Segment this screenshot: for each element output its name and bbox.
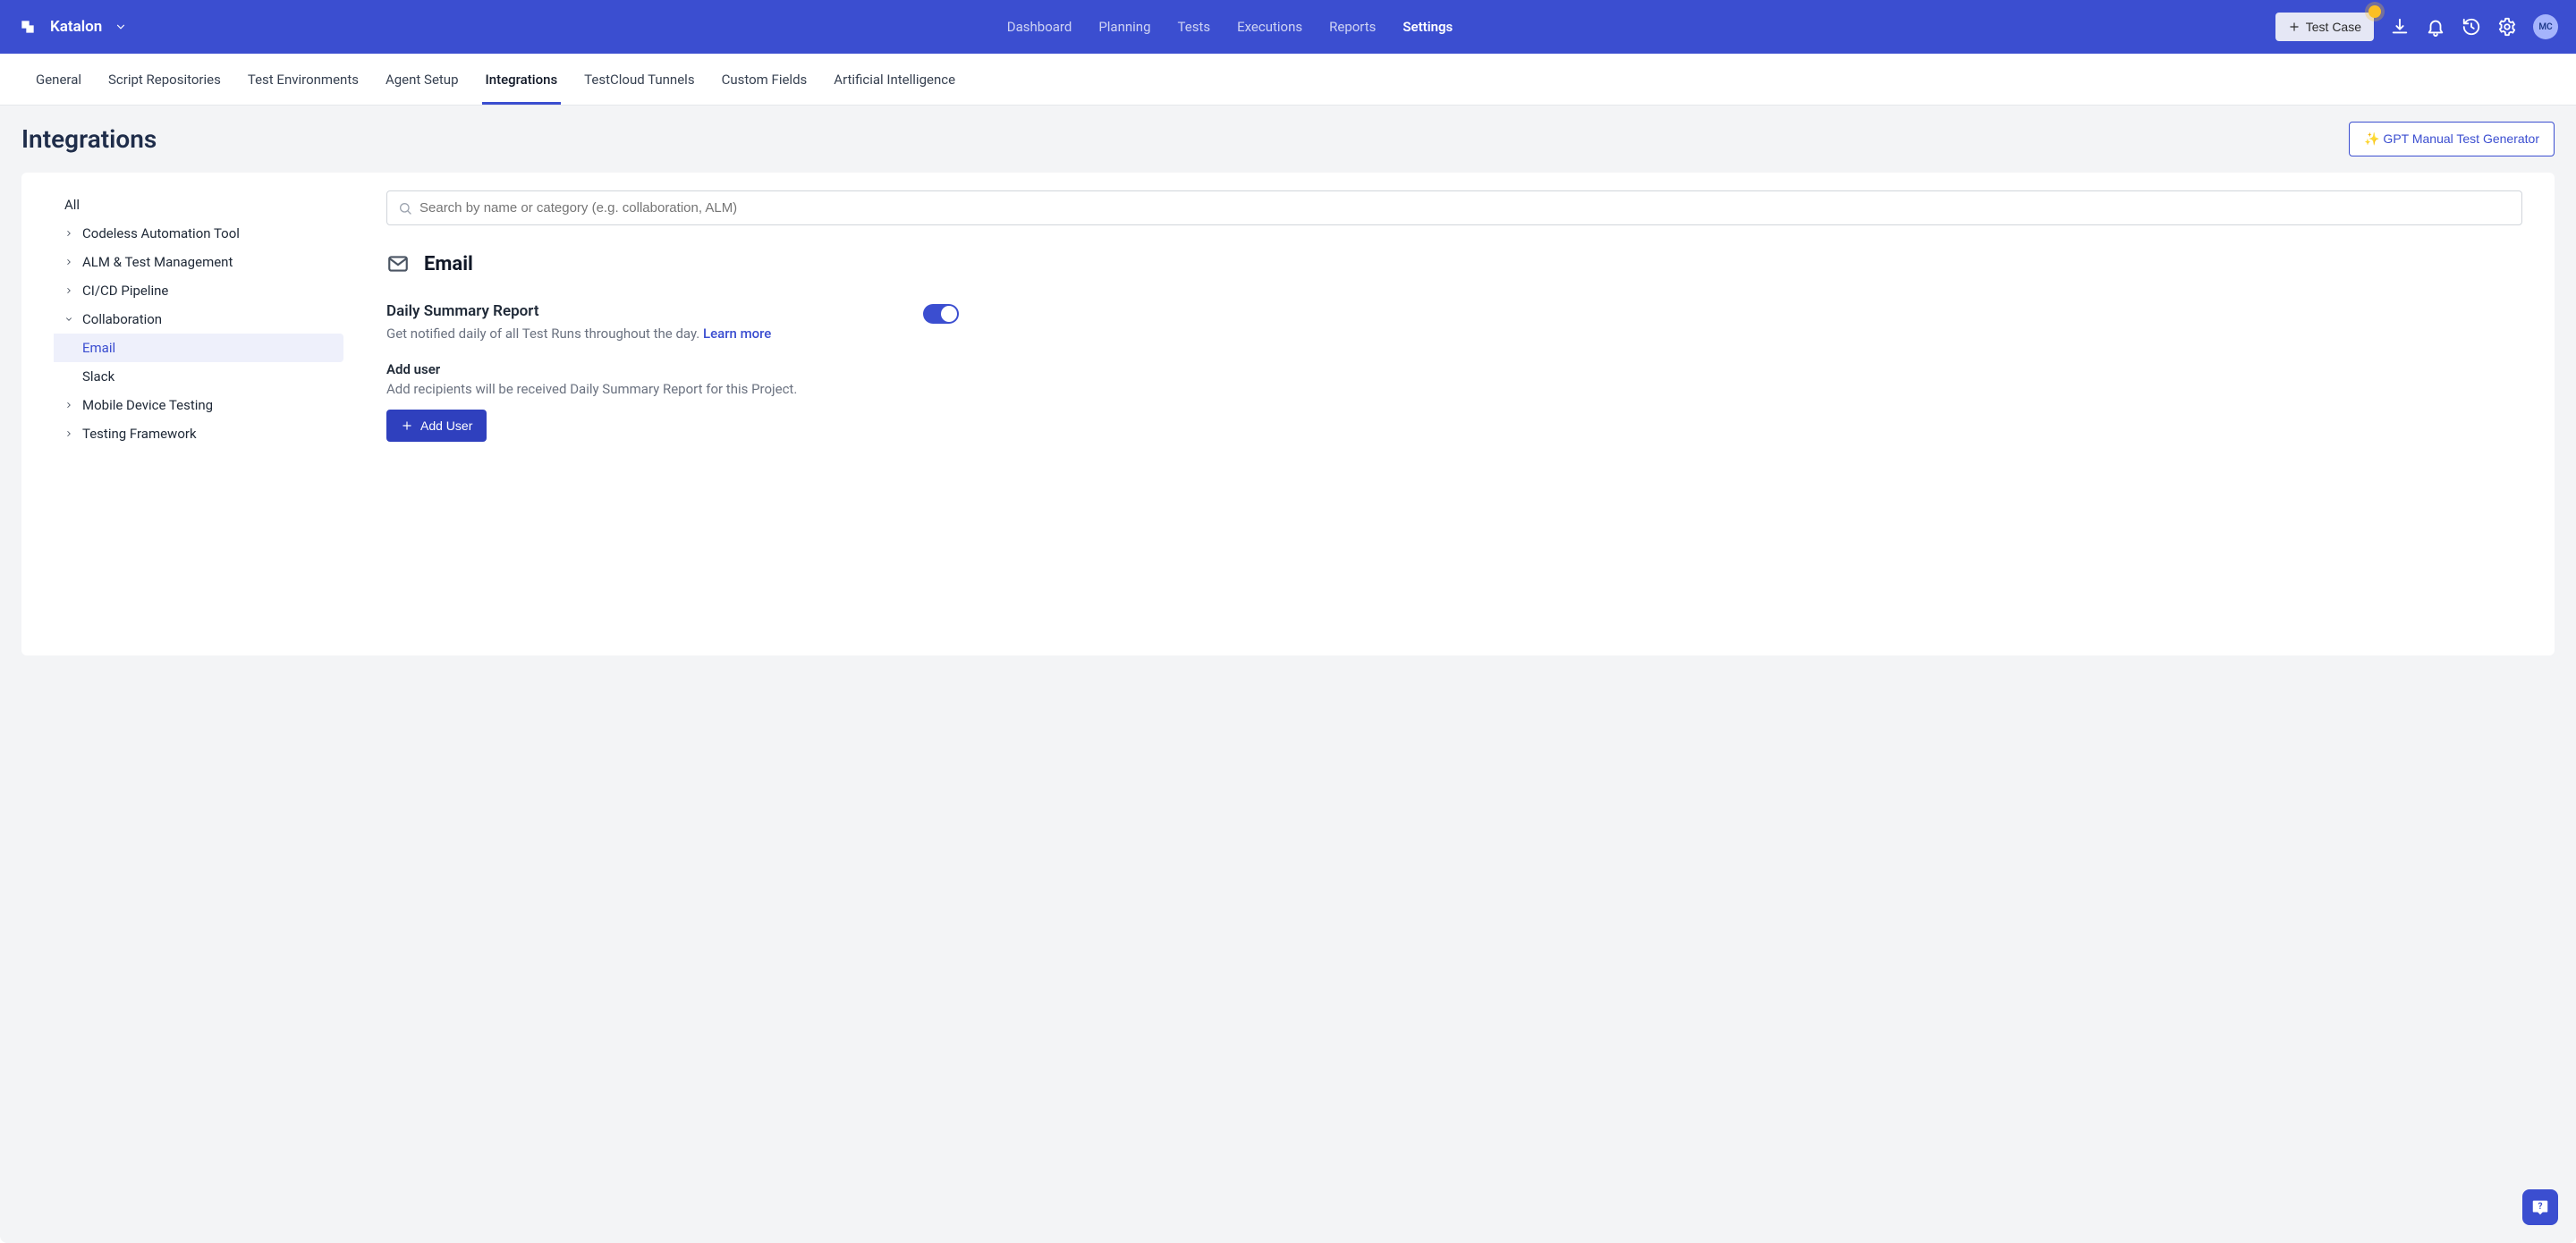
new-test-case-button[interactable]: Test Case <box>2275 13 2374 41</box>
integrations-panel: All Codeless Automation Tool ALM & Test … <box>21 173 2555 655</box>
daily-summary-toggle[interactable] <box>923 304 959 324</box>
sidebar-item-label: Collaboration <box>82 311 162 327</box>
daily-summary-desc: Get notified daily of all Test Runs thro… <box>386 326 771 342</box>
search-icon <box>398 201 412 216</box>
bell-icon[interactable] <box>2426 17 2445 37</box>
tab-agent-setup[interactable]: Agent Setup <box>386 54 459 105</box>
chevron-right-icon <box>64 258 73 266</box>
integrations-sidebar: All Codeless Automation Tool ALM & Test … <box>21 187 343 641</box>
primary-nav: Dashboard Planning Tests Executions Repo… <box>197 19 2263 35</box>
brand-logo-icon <box>18 17 38 37</box>
nav-reports[interactable]: Reports <box>1329 19 1376 35</box>
chevron-right-icon <box>64 286 73 295</box>
sidebar-item-framework[interactable]: Testing Framework <box>21 419 343 448</box>
chevron-right-icon <box>64 429 73 438</box>
sidebar-item-cicd[interactable]: CI/CD Pipeline <box>21 276 343 305</box>
search-input-wrap[interactable] <box>386 190 2522 225</box>
gear-icon[interactable] <box>2497 17 2517 37</box>
sidebar-item-slack[interactable]: Slack <box>21 362 343 391</box>
sidebar-item-alm[interactable]: ALM & Test Management <box>21 248 343 276</box>
add-user-desc: Add recipients will be received Daily Su… <box>386 381 2522 397</box>
chevron-down-icon <box>64 315 73 324</box>
notification-dot-icon <box>2368 5 2381 18</box>
page-title: Integrations <box>21 124 157 154</box>
sidebar-item-mobile[interactable]: Mobile Device Testing <box>21 391 343 419</box>
gpt-generator-button[interactable]: ✨ GPT Manual Test Generator <box>2349 122 2555 156</box>
download-icon[interactable] <box>2390 17 2410 37</box>
nav-dashboard[interactable]: Dashboard <box>1007 19 1072 35</box>
brand-dropdown[interactable] <box>114 21 127 33</box>
add-user-title: Add user <box>386 361 2522 377</box>
search-input[interactable] <box>419 200 2511 216</box>
add-user-button[interactable]: Add User <box>386 410 487 442</box>
history-icon[interactable] <box>2462 17 2481 37</box>
help-fab[interactable]: ? <box>2522 1189 2558 1225</box>
sidebar-item-label: ALM & Test Management <box>82 254 233 270</box>
chevron-right-icon <box>64 229 73 238</box>
learn-more-link[interactable]: Learn more <box>703 326 771 342</box>
tab-script-repositories[interactable]: Script Repositories <box>108 54 221 105</box>
tab-custom-fields[interactable]: Custom Fields <box>722 54 808 105</box>
settings-tabs: General Script Repositories Test Environ… <box>0 54 2576 106</box>
sidebar-item-label: Mobile Device Testing <box>82 397 213 413</box>
avatar[interactable]: MC <box>2533 14 2558 39</box>
tab-general[interactable]: General <box>36 54 81 105</box>
tab-testcloud-tunnels[interactable]: TestCloud Tunnels <box>584 54 694 105</box>
chevron-right-icon <box>64 401 73 410</box>
svg-text:?: ? <box>2538 1202 2542 1212</box>
sidebar-item-all[interactable]: All <box>21 190 343 219</box>
nav-planning[interactable]: Planning <box>1098 19 1150 35</box>
sidebar-item-codeless[interactable]: Codeless Automation Tool <box>21 219 343 248</box>
sidebar-item-email[interactable]: Email <box>54 334 343 362</box>
tab-integrations[interactable]: Integrations <box>486 54 558 105</box>
nav-settings[interactable]: Settings <box>1402 19 1453 35</box>
tab-artificial-intelligence[interactable]: Artificial Intelligence <box>834 54 955 105</box>
sidebar-item-label: CI/CD Pipeline <box>82 283 168 299</box>
nav-executions[interactable]: Executions <box>1237 19 1302 35</box>
sidebar-item-label: Codeless Automation Tool <box>82 225 240 241</box>
nav-tests[interactable]: Tests <box>1178 19 1211 35</box>
add-user-button-label: Add User <box>420 419 472 433</box>
brand-name: Katalon <box>50 18 102 36</box>
new-test-case-label: Test Case <box>2306 20 2361 34</box>
toggle-knob <box>941 306 957 322</box>
tab-test-environments[interactable]: Test Environments <box>248 54 359 105</box>
email-icon <box>386 252 410 275</box>
daily-summary-title: Daily Summary Report <box>386 302 771 320</box>
integrations-main: Email Daily Summary Report Get notified … <box>343 187 2555 641</box>
sidebar-item-label: Testing Framework <box>82 426 197 442</box>
top-navbar: Katalon Dashboard Planning Tests Executi… <box>0 0 2576 54</box>
section-title: Email <box>424 253 473 275</box>
sidebar-item-collaboration[interactable]: Collaboration <box>21 305 343 334</box>
